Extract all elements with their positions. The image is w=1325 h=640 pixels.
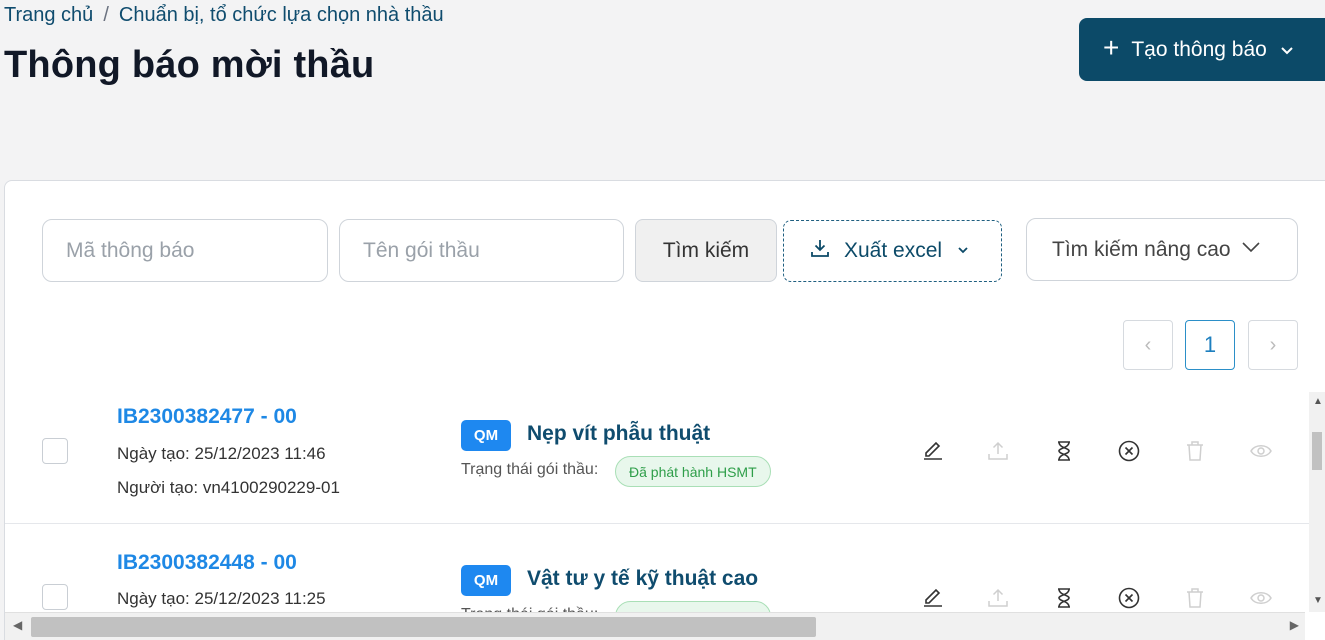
breadcrumb-separator: /: [103, 4, 109, 26]
download-icon: [810, 238, 830, 264]
horizontal-scroll-thumb[interactable]: [31, 617, 816, 637]
breadcrumb: Trang chủ / Chuẩn bị, tổ chức lựa chọn n…: [4, 4, 444, 27]
package-name-link[interactable]: Vật tư y tế kỹ thuật cao: [527, 567, 758, 591]
scroll-up-icon[interactable]: ▲: [1313, 396, 1323, 407]
scroll-left-icon[interactable]: ◀: [13, 618, 22, 632]
status-label: Trạng thái gói thầu:: [461, 461, 599, 478]
pagination-page-button[interactable]: 1: [1185, 320, 1235, 370]
create-notice-label: Tạo thông báo: [1131, 37, 1267, 61]
create-notice-button[interactable]: + Tạo thông báo: [1079, 18, 1325, 81]
cancel-icon[interactable]: [1116, 438, 1142, 464]
chevron-down-icon: [1279, 42, 1295, 58]
package-name-input[interactable]: Tên gói thầu: [339, 219, 624, 282]
upload-icon[interactable]: [985, 585, 1011, 611]
edit-icon[interactable]: [920, 438, 946, 464]
vertical-scrollbar[interactable]: ▲ ▼: [1309, 392, 1325, 612]
type-badge: QM: [461, 565, 511, 596]
breadcrumb-home-link[interactable]: Trang chủ: [4, 4, 93, 27]
plus-icon: +: [1103, 32, 1120, 63]
notice-code-placeholder: Mã thông báo: [66, 238, 195, 262]
notice-code-link[interactable]: IB2300382477 - 00: [117, 405, 297, 429]
search-button[interactable]: Tìm kiếm: [635, 219, 777, 282]
export-excel-label: Xuất excel: [844, 239, 943, 262]
hourglass-icon[interactable]: [1051, 585, 1077, 611]
created-date: Ngày tạo: 25/12/2023 11:25: [117, 589, 326, 608]
view-icon[interactable]: [1248, 585, 1274, 611]
hourglass-icon[interactable]: [1051, 438, 1077, 464]
created-date: Ngày tạo: 25/12/2023 11:46: [117, 444, 326, 463]
created-by: Người tạo: vn4100290229-01: [117, 478, 340, 497]
delete-icon[interactable]: [1182, 438, 1208, 464]
row-checkbox[interactable]: [42, 584, 68, 610]
notice-code-link[interactable]: IB2300382448 - 00: [117, 551, 297, 575]
view-icon[interactable]: [1248, 438, 1274, 464]
notice-code-input[interactable]: Mã thông báo: [42, 219, 328, 282]
scroll-down-icon[interactable]: ▼: [1313, 595, 1323, 606]
package-name-placeholder: Tên gói thầu: [363, 238, 480, 262]
scroll-right-icon[interactable]: ▶: [1290, 618, 1299, 632]
chevron-down-icon: [1241, 237, 1261, 263]
advanced-search-label: Tìm kiếm nâng cao: [1052, 237, 1231, 261]
table-row: IB2300382477 - 00 Ngày tạo: 25/12/2023 1…: [5, 392, 1309, 524]
upload-icon[interactable]: [985, 438, 1011, 464]
status-badge: Đã phát hành HSMT: [615, 456, 771, 487]
delete-icon[interactable]: [1182, 585, 1208, 611]
pagination-next-button[interactable]: ›: [1248, 320, 1298, 370]
cancel-icon[interactable]: [1116, 585, 1142, 611]
edit-icon[interactable]: [920, 585, 946, 611]
breadcrumb-current-link[interactable]: Chuẩn bị, tổ chức lựa chọn nhà thầu: [119, 4, 444, 27]
type-badge: QM: [461, 420, 511, 451]
row-checkbox[interactable]: [42, 438, 68, 464]
table-row: IB2300382448 - 00 Ngày tạo: 25/12/2023 1…: [5, 525, 1309, 632]
export-excel-button[interactable]: Xuất excel: [783, 220, 1002, 282]
pagination-prev-button[interactable]: ‹: [1123, 320, 1173, 370]
vertical-scroll-thumb[interactable]: [1312, 432, 1322, 470]
package-name-link[interactable]: Nẹp vít phẫu thuật: [527, 422, 710, 446]
page-title: Thông báo mời thầu: [4, 44, 375, 86]
horizontal-scrollbar[interactable]: ◀ ▶: [5, 612, 1305, 640]
advanced-search-button[interactable]: Tìm kiếm nâng cao: [1026, 218, 1298, 281]
chevron-down-icon: [956, 239, 970, 263]
